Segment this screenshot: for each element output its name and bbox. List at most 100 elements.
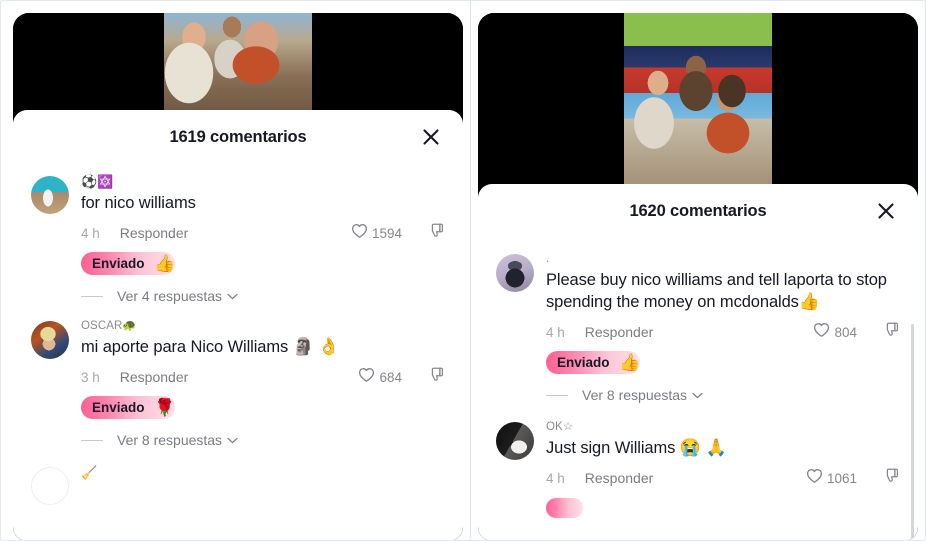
view-replies-label: Ver 8 respuestas <box>582 387 688 403</box>
badge-emoji: 👍 <box>154 253 176 273</box>
thumbs-down-icon[interactable] <box>428 222 445 244</box>
comment-actions: 804 <box>813 321 900 343</box>
replies-dash <box>81 439 103 441</box>
comment-timestamp: 3 h <box>81 369 100 385</box>
comment-username-text: 🧹 <box>81 465 98 480</box>
status-badge-label: Enviado <box>92 400 145 415</box>
chevron-down-icon <box>692 386 703 404</box>
comment-text-emoji: 👍 <box>798 292 820 311</box>
comment-item[interactable]: ⚽🔯 for nico williams 4 h Responder 1594 … <box>13 164 463 309</box>
thumbs-down-icon[interactable] <box>883 321 900 343</box>
like-button[interactable]: 1061 <box>806 468 857 489</box>
video-still-right <box>624 13 772 195</box>
comment-username-text: OK☆ <box>546 421 574 433</box>
comments-sheet-right: 1620 comentarios . Please buy nico willi… <box>478 184 918 541</box>
view-replies-row[interactable]: Ver 8 respuestas <box>81 431 445 453</box>
comment-timestamp: 4 h <box>546 470 565 486</box>
comment-body: . Please buy nico williams and tell lapo… <box>546 250 900 408</box>
comment-body: OSCAR🐢 mi aporte para Nico Williams 🗿 👌 … <box>81 317 445 453</box>
comment-username[interactable]: OK☆ <box>546 420 900 435</box>
status-badge-label: Enviado <box>92 256 145 271</box>
comment-username-text: . <box>546 253 550 265</box>
comment-text-emoji: 🗿 👌 <box>292 337 340 356</box>
comment-text: mi aporte para Nico Williams 🗿 👌 <box>81 336 445 358</box>
comments-count-title-right: 1620 comentarios <box>629 201 767 220</box>
video-player-right[interactable] <box>478 13 918 195</box>
replies-dash <box>81 295 103 297</box>
comment-text: for nico williams <box>81 192 445 214</box>
status-badge[interactable]: Enviado 👍 <box>546 351 641 374</box>
view-replies-label: Ver 8 respuestas <box>117 432 223 448</box>
view-replies-row[interactable]: Ver 8 respuestas <box>546 386 900 408</box>
view-replies-row[interactable]: Ver 4 respuestas <box>81 287 445 309</box>
comment-item[interactable]: OSCAR🐢 mi aporte para Nico Williams 🗿 👌 … <box>13 309 463 453</box>
reply-button[interactable]: Responder <box>120 369 189 385</box>
video-frame-left <box>164 13 312 118</box>
comment-text-main: Just sign Williams <box>546 439 676 457</box>
badge-row: Enviado 🌹 <box>81 396 445 419</box>
screenshot-seam-divider <box>470 0 471 541</box>
comment-username[interactable]: 🧹 <box>81 465 445 481</box>
replies-dash <box>546 394 568 396</box>
comment-actions: 1061 <box>806 467 900 489</box>
like-count: 1594 <box>371 225 402 241</box>
comment-item[interactable]: . Please buy nico williams and tell lapo… <box>478 238 918 408</box>
video-player-left[interactable] <box>13 13 463 118</box>
comment-item[interactable]: 🧹 <box>13 453 463 505</box>
heart-icon <box>813 322 830 343</box>
comment-text-main: Please buy nico williams and tell laport… <box>546 271 887 311</box>
avatar[interactable] <box>31 321 69 359</box>
comment-text-main: for nico williams <box>81 194 196 212</box>
thumbs-down-icon[interactable] <box>428 366 445 388</box>
chevron-down-icon <box>227 431 238 449</box>
avatar[interactable] <box>31 176 69 214</box>
view-replies-label: Ver 4 respuestas <box>117 288 223 304</box>
status-badge[interactable] <box>546 498 583 518</box>
thumbs-down-icon[interactable] <box>883 467 900 489</box>
comments-count-title-left: 1619 comentarios <box>169 127 307 146</box>
comment-actions: 1594 <box>351 222 445 244</box>
comment-timestamp: 4 h <box>546 324 565 340</box>
video-frame-right <box>624 13 772 195</box>
avatar[interactable] <box>496 254 534 292</box>
like-button[interactable]: 1594 <box>351 223 402 244</box>
like-count: 804 <box>834 324 857 340</box>
comment-body: 🧹 <box>81 463 445 505</box>
reply-button[interactable]: Responder <box>585 324 654 340</box>
badge-emoji: 🌹 <box>154 397 176 417</box>
status-badge[interactable]: Enviado 👍 <box>81 252 176 275</box>
comment-username[interactable]: . <box>546 252 900 267</box>
video-still-left <box>164 13 312 118</box>
left-phone-panel: 1619 comentarios ⚽🔯 for nico williams 4 … <box>13 13 463 541</box>
comment-list-right[interactable]: . Please buy nico williams and tell lapo… <box>478 238 918 541</box>
comment-meta: 3 h Responder 684 <box>81 367 445 387</box>
comment-body: OK☆ Just sign Williams 😭 🙏 4 h Responder <box>546 418 900 518</box>
reply-button[interactable]: Responder <box>120 225 189 241</box>
comment-actions: 684 <box>358 366 445 388</box>
heart-icon <box>806 468 823 489</box>
comment-body: ⚽🔯 for nico williams 4 h Responder 1594 … <box>81 172 445 309</box>
like-button[interactable]: 684 <box>358 367 402 388</box>
badge-row: Enviado 👍 <box>81 252 445 275</box>
close-icon[interactable] <box>419 125 443 149</box>
comment-text: Please buy nico williams and tell laport… <box>546 269 900 313</box>
comments-header-right: 1620 comentarios <box>478 184 918 238</box>
like-button[interactable]: 804 <box>813 322 857 343</box>
like-count: 1061 <box>826 470 857 486</box>
badge-row: Enviado 👍 <box>546 351 900 374</box>
avatar[interactable] <box>496 422 534 460</box>
close-icon[interactable] <box>874 199 898 223</box>
comment-text-emoji: 😭 🙏 <box>679 438 727 457</box>
comments-header-left: 1619 comentarios <box>13 110 463 164</box>
status-badge[interactable]: Enviado 🌹 <box>81 396 176 419</box>
avatar[interactable] <box>31 467 69 505</box>
comment-username[interactable]: ⚽🔯 <box>81 174 445 190</box>
badge-row <box>546 498 900 518</box>
screenshot-stage: 1619 comentarios ⚽🔯 for nico williams 4 … <box>0 0 926 541</box>
comment-list-left[interactable]: ⚽🔯 for nico williams 4 h Responder 1594 … <box>13 164 463 541</box>
comment-username[interactable]: OSCAR🐢 <box>81 319 445 334</box>
reply-button[interactable]: Responder <box>585 470 654 486</box>
comment-text-main: mi aporte para Nico Williams <box>81 338 289 356</box>
comment-item[interactable]: OK☆ Just sign Williams 😭 🙏 4 h Responder <box>478 408 918 518</box>
comment-username-text: ⚽🔯 <box>81 174 114 189</box>
